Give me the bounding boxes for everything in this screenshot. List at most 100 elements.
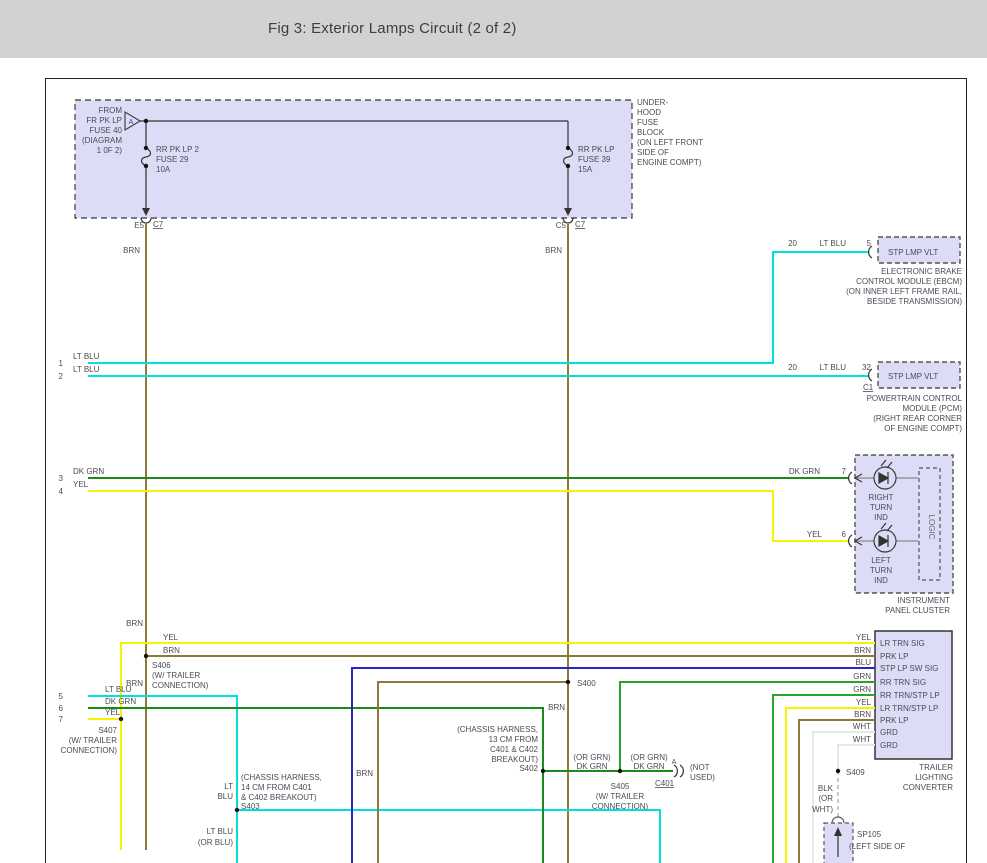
from-fr-pk-lp-label: FROM bbox=[98, 106, 122, 115]
wire-color-label: LT BLU bbox=[73, 352, 100, 361]
s407-splice-label: S407 bbox=[98, 726, 117, 735]
sp105-bump-icon bbox=[832, 817, 844, 823]
pcm-module-label: POWERTRAIN CONTROL bbox=[867, 394, 963, 403]
s403-splice-label: (CHASSIS HARNESS, bbox=[241, 773, 322, 782]
converter-pin-name: GRD bbox=[880, 728, 898, 737]
wire-color-label: (OR bbox=[818, 794, 833, 803]
ebcm-module-label: (ON INNER LEFT FRAME RAIL, bbox=[846, 287, 962, 296]
s402-splice-label: S402 bbox=[519, 764, 538, 773]
c5-pin-label: C5 bbox=[556, 221, 567, 230]
ipc-module-label: PANEL CLUSTER bbox=[885, 606, 950, 615]
ipc-pin7-arc-icon bbox=[849, 472, 852, 484]
fuse29-label: RR PK LP 2 bbox=[156, 145, 200, 154]
yel-left-turn-ind bbox=[88, 491, 849, 541]
pin-number-label: 4 bbox=[59, 487, 64, 496]
pin-number-label: 6 bbox=[59, 704, 64, 713]
c7-connector-link[interactable]: C7 bbox=[575, 220, 586, 229]
wire-color-label: YEL bbox=[163, 633, 179, 642]
s402-splice-label: 13 CM FROM bbox=[489, 735, 539, 744]
fuse29-label: 10A bbox=[156, 165, 171, 174]
fuse39-label: FUSE 39 bbox=[578, 155, 611, 164]
c401-not-used-label: (NOT bbox=[690, 763, 710, 772]
wiring-diagram: FROMFR PK LPFUSE 40(DIAGRAM1 0F 2) A RR PK… bbox=[0, 0, 987, 863]
wire-color-label: (OR BLU) bbox=[198, 838, 233, 847]
from-fr-pk-lp-label: 1 0F 2) bbox=[97, 146, 123, 155]
pin-number-label: 5 bbox=[59, 692, 64, 701]
c401-connector-link[interactable]: C401 bbox=[655, 779, 675, 788]
wire-color-label: YEL bbox=[856, 698, 872, 707]
wire-color-label: BRN bbox=[123, 246, 140, 255]
s405-splice-label: CONNECTION) bbox=[592, 802, 649, 811]
converter-pin-name: LR TRN SIG bbox=[880, 639, 925, 648]
ltblu-s403-branch bbox=[237, 810, 660, 863]
wire-color-label: DK GRN bbox=[576, 762, 607, 771]
fuse39-label: RR PK LP bbox=[578, 145, 614, 154]
wire-color-label: WHT bbox=[853, 722, 871, 731]
pin-number-label: 1 bbox=[59, 359, 64, 368]
wire-color-label: YEL bbox=[105, 708, 121, 717]
s406-splice-label: (W/ TRAILER bbox=[152, 671, 201, 680]
c1-connector-link[interactable]: C1 bbox=[863, 383, 874, 392]
wire-color-label: LT BLU bbox=[73, 365, 100, 374]
wire-color-label: BLK bbox=[818, 784, 834, 793]
s407-splice-label: CONNECTION) bbox=[61, 746, 118, 755]
s402-splice-label: BREAKOUT) bbox=[491, 755, 538, 764]
junction-dot bbox=[836, 769, 840, 773]
wire-color-label: (OR GRN) bbox=[630, 753, 668, 762]
junction-dot bbox=[235, 808, 239, 812]
right-turn-ind-label: RIGHT bbox=[869, 493, 894, 502]
converter-pin-name: RR TRN SIG bbox=[880, 678, 926, 687]
underhood-fuse-block-label: HOOD bbox=[637, 108, 661, 117]
s406-splice-label: CONNECTION) bbox=[152, 681, 209, 690]
c401-not-used-label: USED) bbox=[690, 773, 715, 782]
s403-splice-label: S403 bbox=[241, 802, 260, 811]
pin-number-label: 3 bbox=[59, 474, 64, 483]
underhood-fuse-block-label: SIDE OF bbox=[637, 148, 669, 157]
wire-color-label: BLU bbox=[855, 658, 871, 667]
converter-pin-name: RR TRN/STP LP bbox=[880, 691, 940, 700]
junction-dot bbox=[144, 146, 148, 150]
fuse39-label: 15A bbox=[578, 165, 593, 174]
wire-color-label: YEL bbox=[807, 530, 823, 539]
c7-connector-link[interactable]: C7 bbox=[153, 220, 164, 229]
ebcm-module-label: ELECTRONIC BRAKE bbox=[881, 267, 962, 276]
wire-color-label: BRN bbox=[548, 703, 565, 712]
underhood-fuse-block-label: BLOCK bbox=[637, 128, 665, 137]
right-turn-ind-label: IND bbox=[874, 513, 888, 522]
c401-pin-letter-label: A bbox=[672, 759, 677, 766]
wire-color-label: DK GRN bbox=[633, 762, 664, 771]
junction-dot bbox=[618, 769, 622, 773]
s405-splice-label: S405 bbox=[611, 782, 630, 791]
wire-color-label: GRN bbox=[853, 685, 871, 694]
converter-pin-name: STP LP SW SIG bbox=[880, 664, 938, 673]
ipc-module-label: INSTRUMENT bbox=[898, 596, 951, 605]
from-fr-pk-lp-label: (DIAGRAM bbox=[82, 136, 122, 145]
converter-module-label: CONVERTER bbox=[903, 783, 953, 792]
wire-color-label: LT BLU bbox=[207, 827, 234, 836]
s403-splice-label: 14 CM FROM C401 bbox=[241, 783, 312, 792]
wire-color-label: LT BLU bbox=[105, 685, 132, 694]
wire-color-label: YEL bbox=[73, 480, 89, 489]
ebcm-pin-name: STP LMP VLT bbox=[888, 248, 938, 257]
from-fr-pk-lp-label: FUSE 40 bbox=[90, 126, 123, 135]
underhood-fuse-block-label: (ON LEFT FRONT bbox=[637, 138, 703, 147]
wire-color-label: DK GRN bbox=[73, 467, 104, 476]
pcm-pin-name: STP LMP VLT bbox=[888, 372, 938, 381]
converter-pin-name: LR TRN/STP LP bbox=[880, 704, 938, 713]
wire-color-label: BLU bbox=[217, 792, 233, 801]
underhood-fuse-block-label: ENGINE COMPT) bbox=[637, 158, 702, 167]
s405-splice-label: (W/ TRAILER bbox=[596, 792, 645, 801]
from-fr-pk-lp-label: FR PK LP bbox=[86, 116, 122, 125]
fuse29-label: FUSE 29 bbox=[156, 155, 189, 164]
sp105-ground-label: (LEFT SIDE OF bbox=[849, 842, 905, 851]
blu-stp-lp-sw-sig bbox=[352, 668, 875, 863]
converter-module-label: TRAILER bbox=[919, 763, 953, 772]
brn-s400-link bbox=[378, 682, 568, 863]
wire-color-label: BRN bbox=[356, 769, 373, 778]
ebcm-module-label: CONTROL MODULE (EBCM) bbox=[856, 277, 962, 286]
converter-pin-name: PRK LP bbox=[880, 716, 908, 725]
pcm-module-label: (RIGHT REAR CORNER bbox=[873, 414, 962, 423]
s407-splice-label: (W/ TRAILER bbox=[69, 736, 118, 745]
wire-color-label: (OR GRN) bbox=[573, 753, 611, 762]
wire-color-label: BRN bbox=[854, 646, 871, 655]
